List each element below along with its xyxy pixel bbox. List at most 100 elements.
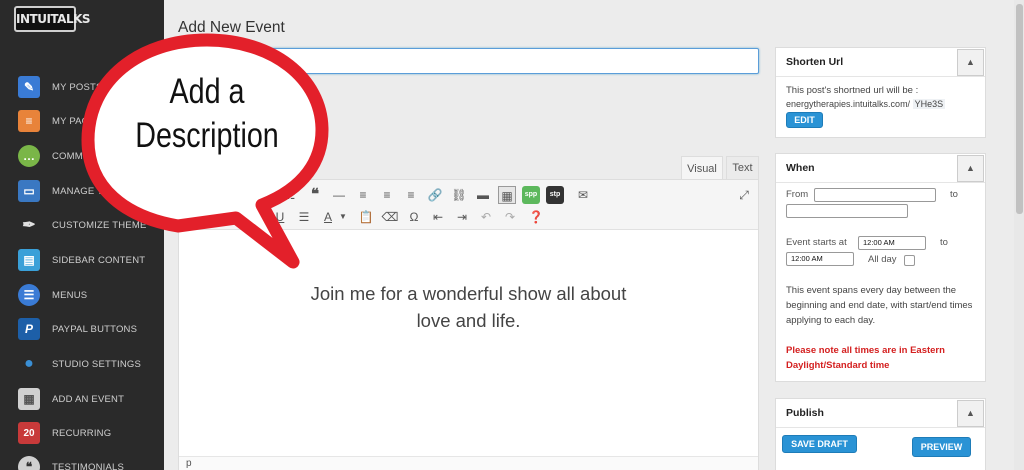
panel-header: Shorten Url ▲ [776,48,985,77]
unlink-icon[interactable]: ⛓ [450,186,468,204]
spp-icon[interactable]: spp [522,186,540,204]
span-description: This event spans every day between the b… [786,285,973,326]
panel-header: When ▲ [776,154,985,183]
special-character-icon[interactable]: Ω [405,208,423,226]
quote-icon: ❝ [18,456,40,470]
bullet-list-icon[interactable]: ☷ [281,186,299,204]
stp-icon[interactable]: stp [546,186,564,204]
read-more-icon[interactable]: ▬ [474,186,492,204]
sidebar-item-menus[interactable]: ☰ MENUS [0,278,164,312]
page-scrollbar[interactable] [1014,0,1024,470]
edit-url-button[interactable]: EDIT [786,112,823,128]
format-select[interactable]: Paragraph [187,209,234,220]
align-left-icon[interactable]: ≡ [354,186,372,204]
speech-bubble-icon: … [18,145,40,167]
redo-icon[interactable]: ↷ [501,208,519,226]
chevron-down-icon[interactable]: ▼ [334,208,352,226]
fullscreen-icon[interactable]: ⤢ [735,186,753,204]
from-label: From [786,189,809,200]
underline-icon[interactable]: U [271,208,289,226]
sidebar-item-label: CUSTOMIZE THEME [52,219,147,231]
panel-title: When [786,162,815,174]
tab-text[interactable]: Text [726,156,759,180]
page-title: Add New Event [178,19,285,36]
sidebar-item-studio-settings[interactable]: ● STUDIO SETTINGS [0,347,164,381]
toolbar-toggle-icon[interactable]: ▦ [498,186,516,204]
save-draft-button[interactable]: SAVE DRAFT [782,435,857,453]
to-label: to [950,189,958,200]
sidebar-item-paypal-buttons[interactable]: P PAYPAL BUTTONS [0,312,164,346]
collapse-toggle-icon[interactable]: ▲ [957,400,984,427]
sidebar-icon: ▤ [18,249,40,271]
shorten-url-panel: Shorten Url ▲ This post's shortned url w… [775,47,986,138]
sidebar-item-label: SIDEBAR CONTENT [52,254,146,266]
sidebar-item-label: TESTIMONIALS [52,461,125,470]
editor-text-line: Join me for a wonderful show all about [310,283,627,304]
align-center-icon[interactable]: ≡ [378,186,396,204]
sidebar-item-label: ADD AN EVENT [52,393,125,405]
sidebar-item-recurring[interactable]: 20 RECURRING [0,416,164,450]
email-icon[interactable]: ✉ [574,186,592,204]
panel-title: Shorten Url [786,56,844,68]
sidebar-item-my-posts[interactable]: ✎ MY POSTS [0,70,164,104]
sidebar-item-testimonials[interactable]: ❝ TESTIMONIALS [0,450,164,470]
horizontal-line-icon[interactable]: — [330,186,348,204]
sidebar-item-label: RECURRING [52,427,112,439]
preview-button[interactable]: PREVIEW [912,437,971,457]
all-day-checkbox[interactable] [904,255,915,266]
align-right-icon[interactable]: ≡ [402,186,420,204]
sidebar-item-add-an-event[interactable]: ▦ ADD AN EVENT [0,382,164,416]
tab-visual[interactable]: Visual [681,156,723,180]
content-editor[interactable]: ☷ ❝ — ≡ ≡ ≡ 🔗 ⛓ ▬ ▦ spp stp ✉ ⤢ Paragrap… [178,179,759,470]
help-icon[interactable]: ❓ [527,208,545,226]
sidebar-item-label: PAYPAL BUTTONS [52,323,138,335]
end-time-input[interactable]: 12:00 AM [786,252,854,266]
sidebar-item-label: STUDIO SETTINGS [52,358,142,370]
scrollbar-thumb[interactable] [1016,4,1023,214]
site-logo[interactable]: INTUITALKS [14,6,91,32]
clear-formatting-icon[interactable]: ⌫ [381,208,399,226]
start-time-input[interactable]: 12:00 AM [858,236,926,250]
editor-text-line: love and life. [416,310,521,331]
shorten-description: This post's shortned url will be : [786,85,919,96]
sidebar-item-sidebar-content[interactable]: ▤ SIDEBAR CONTENT [0,243,164,277]
timezone-note: Please note all times are in Eastern Day… [786,345,945,371]
from-date-input[interactable] [814,188,936,202]
to-date-input[interactable] [786,204,908,218]
to-label: to [940,237,948,248]
shorten-url: energytherapies.intuitalks.com/ YHe3S [786,97,946,112]
collapse-toggle-icon[interactable]: ▲ [957,49,984,76]
paste-text-icon[interactable]: 📋 [357,208,375,226]
editor-content[interactable]: Join me for a wonderful show all about l… [179,280,758,334]
editor-toolbar: ☷ ❝ — ≡ ≡ ≡ 🔗 ⛓ ▬ ▦ spp stp ✉ ⤢ Paragrap… [179,180,758,230]
sidebar-item-label: MENUS [52,289,88,301]
sidebar-item-my-pages[interactable]: ≡ MY PAGES [0,104,164,138]
undo-icon[interactable]: ↶ [477,208,495,226]
shorten-domain: energytherapies.intuitalks.com/ [786,99,911,109]
blockquote-icon[interactable]: ❝ [306,186,324,204]
paypal-icon: P [18,318,40,340]
calendar-20-icon: 20 [18,422,40,444]
notepad-icon: ✎ [18,76,40,98]
sidebar-item-comments[interactable]: … COMMENTS [0,139,164,173]
sidebar-item-label: MY POSTS [52,81,103,93]
sidebar-item-label: MANAGE THEMES [52,185,138,197]
link-icon[interactable]: 🔗 [426,186,444,204]
menu-icon: ☰ [18,284,40,306]
outdent-icon[interactable]: ⇤ [429,208,447,226]
all-day-label: All day [868,254,897,265]
sidebar-item-label: COMMENTS [52,150,110,162]
sidebar-item-manage-themes[interactable]: ▭ MANAGE THEMES [0,174,164,208]
calendar-icon: ▦ [18,388,40,410]
publish-panel: Publish ▲ SAVE DRAFT PREVIEW [775,398,986,470]
event-title-input[interactable] [178,48,759,74]
justify-icon[interactable]: ☰ [295,208,313,226]
microphone-icon: ● [24,355,34,372]
editor-path: p [179,456,758,470]
indent-icon[interactable]: ⇥ [453,208,471,226]
collapse-toggle-icon[interactable]: ▲ [957,155,984,182]
sidebar-item-label: MY PAGES [52,115,103,127]
sidebar-item-customize-theme[interactable]: ✒ CUSTOMIZE THEME [0,208,164,242]
panel-header: Publish ▲ [776,399,985,428]
shorten-slug: YHe3S [912,99,946,109]
